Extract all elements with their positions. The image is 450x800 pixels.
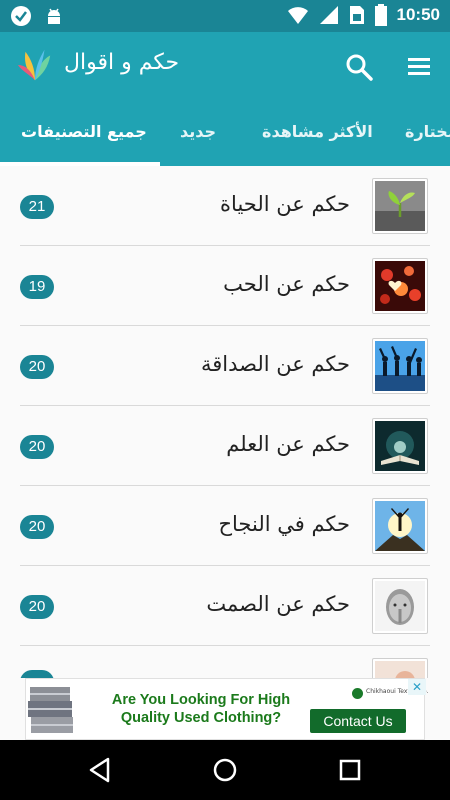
category-title: حكم عن الصمت — [206, 592, 350, 616]
sim-icon — [349, 6, 364, 24]
list-item[interactable]: حكم عن الصداقة 20 — [20, 326, 430, 406]
app-logo — [17, 49, 51, 81]
app-title: حكم و اقوال — [64, 50, 180, 75]
list-item[interactable]: حكم عن العلم 20 — [20, 406, 430, 486]
app-bar: حكم و اقوال — [0, 32, 450, 100]
back-icon[interactable] — [86, 756, 114, 784]
count-badge: 19 — [20, 275, 54, 299]
ad-close-icon[interactable]: ✕ — [408, 679, 426, 695]
status-bar: 10:50 — [0, 0, 450, 32]
status-time: 10:50 — [396, 5, 440, 24]
list-item[interactable] — [20, 646, 430, 678]
category-list: حكم عن الحياة 21 حكم عن الحب 19 حكم عن ا… — [0, 166, 450, 678]
category-title: حكم عن العلم — [226, 432, 350, 456]
system-nav-bar — [0, 740, 450, 800]
brand-logo-icon — [352, 688, 363, 699]
tab-most-viewed[interactable]: الأكثر مشاهدة — [262, 122, 373, 141]
menu-icon[interactable] — [404, 52, 436, 82]
count-badge: 20 — [20, 355, 54, 379]
list-item[interactable]: حكم عن الصمت 20 — [20, 566, 430, 646]
signal-icon — [319, 6, 338, 24]
category-title: حكم عن الصداقة — [200, 352, 350, 376]
sprout-image — [372, 178, 428, 234]
wifi-icon — [287, 7, 308, 24]
count-badge: 20 — [20, 435, 54, 459]
battery-icon — [374, 4, 387, 26]
category-title: حكم عن الحياة — [220, 192, 350, 216]
recents-icon[interactable] — [336, 756, 364, 784]
tab-bar: جميع التصنيفات جديد الأكثر مشاهدة مختارة — [0, 100, 450, 166]
home-icon[interactable] — [211, 756, 239, 784]
clothing-bales-image — [28, 683, 74, 737]
list-item[interactable]: حكم عن الحياة 21 — [20, 166, 430, 246]
contact-us-button[interactable]: Contact Us — [310, 709, 406, 733]
silent-face-image — [372, 578, 428, 634]
tab-new[interactable]: جديد — [180, 122, 216, 141]
count-badge — [20, 670, 54, 678]
summit-image — [372, 498, 428, 554]
count-badge: 20 — [20, 515, 54, 539]
hearts-image — [372, 258, 428, 314]
count-badge: 20 — [20, 595, 54, 619]
partial-image — [372, 658, 428, 678]
search-icon[interactable] — [344, 52, 374, 82]
friends-silhouette-image — [372, 338, 428, 394]
android-icon — [48, 8, 60, 24]
category-title: حكم عن الحب — [223, 272, 350, 296]
tab-selected[interactable]: مختارة — [405, 122, 450, 141]
check-circle-icon — [11, 6, 31, 26]
count-badge: 21 — [20, 195, 54, 219]
glowing-book-image — [372, 418, 428, 474]
list-item[interactable]: حكم عن الحب 19 — [20, 246, 430, 326]
list-item[interactable]: حكم في النجاح 20 — [20, 486, 430, 566]
tab-all-categories[interactable]: جميع التصنيفات — [21, 122, 147, 141]
ad-headline: Are You Looking For High Quality Used Cl… — [111, 692, 291, 726]
category-title: حكم في النجاح — [218, 512, 350, 536]
ad-banner[interactable]: Are You Looking For High Quality Used Cl… — [25, 678, 428, 740]
